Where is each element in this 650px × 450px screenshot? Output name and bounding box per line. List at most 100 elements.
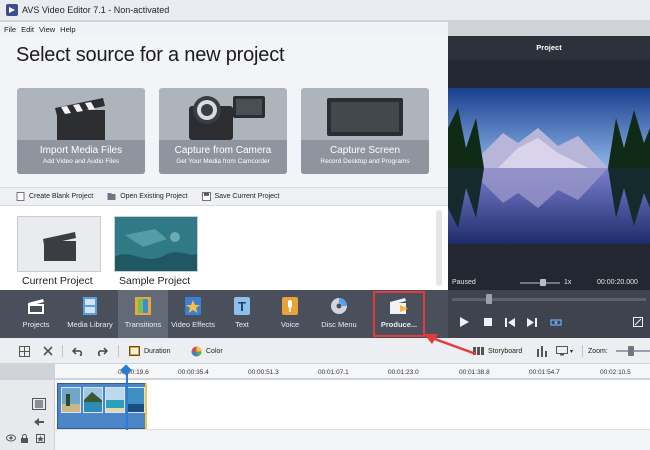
- clapper-icon: [25, 296, 47, 316]
- clapper-icon: [43, 232, 76, 261]
- capture-from-camera-button[interactable]: Capture from Camera Get Your Media from …: [159, 88, 287, 174]
- fullscreen-button[interactable]: [632, 316, 644, 328]
- toolbar-projects[interactable]: Projects: [14, 290, 58, 338]
- create-blank-project-button[interactable]: Create Blank Project: [16, 192, 93, 201]
- playhead[interactable]: [126, 366, 128, 430]
- eye-icon: [6, 434, 16, 442]
- zoom-control: Zoom:: [588, 347, 608, 355]
- ruler-label: 00:00:35.4: [178, 369, 209, 376]
- open-existing-project-button[interactable]: Open Existing Project: [107, 192, 188, 201]
- grid-icon: [18, 345, 30, 357]
- window-title: AVS Video Editor 7.1 - Non-activated: [22, 5, 170, 15]
- menu-help[interactable]: Help: [60, 25, 75, 34]
- ruler-label: 00:00:51.3: [248, 369, 279, 376]
- color-button[interactable]: Color: [190, 344, 223, 358]
- delete-button[interactable]: [42, 344, 54, 358]
- stop-button[interactable]: [482, 316, 494, 328]
- chevron-down-icon: ▾: [570, 348, 574, 355]
- ruler-label: 00:01:54.7: [529, 369, 560, 376]
- film-icon: [79, 296, 101, 316]
- film-strip-icon: [128, 345, 140, 357]
- clip-end-marker: [145, 383, 147, 429]
- folder-icon: [107, 193, 116, 200]
- preview-header: Project: [448, 36, 650, 60]
- underwater-image: [115, 217, 197, 271]
- menu-bar: File Edit View Help: [0, 22, 448, 36]
- loop-button[interactable]: [550, 316, 562, 328]
- playback-time: 00:00:20.000: [597, 279, 638, 286]
- menu-file[interactable]: File: [4, 25, 16, 34]
- star-icon: [36, 434, 45, 443]
- import-media-files-button[interactable]: Import Media Files Add Video and Audio F…: [17, 88, 145, 174]
- close-icon: [42, 345, 54, 357]
- tile-subtitle: Add Video and Audio Files: [42, 158, 120, 165]
- display-options-button[interactable]: ▾: [556, 344, 573, 358]
- source-panel: Select source for a new project Import M…: [0, 36, 448, 187]
- ruler-label: 00:01:23.0: [388, 369, 419, 376]
- menu-edit[interactable]: Edit: [21, 25, 34, 34]
- stop-icon: [484, 318, 492, 326]
- clip-thumbnail[interactable]: [83, 387, 103, 413]
- speed-slider-knob[interactable]: [540, 279, 546, 286]
- camcorder-icon: [159, 88, 287, 140]
- blank-document-icon: [16, 192, 25, 201]
- play-button[interactable]: [458, 316, 470, 328]
- track-headers: [0, 380, 55, 450]
- divider: [118, 345, 119, 357]
- save-current-project-button[interactable]: Save Current Project: [201, 192, 280, 201]
- page-title: Select source for a new project: [16, 44, 285, 66]
- preview-video[interactable]: [448, 88, 650, 244]
- toolbar-transitions[interactable]: Transitions: [118, 290, 168, 338]
- lock-icon: [21, 434, 28, 443]
- duration-button[interactable]: Duration: [128, 344, 170, 358]
- playback-speed: 1x: [564, 279, 572, 286]
- ruler-label: 00:01:38.8: [459, 369, 490, 376]
- skip-forward-icon: [527, 317, 537, 327]
- current-project-thumbnail[interactable]: [17, 216, 101, 272]
- toolbar-disc-menu[interactable]: Disc Menu: [316, 290, 362, 338]
- video-clip-group[interactable]: [57, 383, 147, 429]
- audio-settings-button[interactable]: [536, 344, 548, 358]
- timeline-toolbar: Duration Color Storyboard ▾ Zoom:: [0, 338, 650, 364]
- ruler-label: 00:02:10.5: [600, 369, 631, 376]
- title-bar: AVS Video Editor 7.1 - Non-activated: [0, 0, 650, 21]
- toolbar-text[interactable]: T Text: [222, 290, 262, 338]
- transition-icon: [132, 296, 154, 316]
- skip-back-icon: [505, 317, 515, 327]
- tile-title: Import Media Files: [39, 145, 123, 156]
- previous-frame-button[interactable]: [504, 316, 516, 328]
- toolbar-video-effects[interactable]: Video Effects: [170, 290, 216, 338]
- menu-view[interactable]: View: [39, 25, 55, 34]
- monitor-icon: [301, 88, 429, 140]
- zoom-slider-knob[interactable]: [628, 346, 634, 356]
- equalizer-icon: [536, 345, 548, 357]
- fullscreen-icon: [633, 317, 643, 327]
- star-film-icon: [182, 296, 204, 316]
- clip-thumbnail[interactable]: [61, 387, 81, 413]
- tile-title: Capture Screen: [329, 145, 401, 156]
- projects-scrollbar[interactable]: [436, 210, 442, 286]
- clip-thumbnail[interactable]: [105, 387, 125, 413]
- playback-status: Paused: [452, 279, 476, 286]
- capture-screen-button[interactable]: Capture Screen Record Desktop and Progra…: [301, 88, 429, 174]
- undo-button[interactable]: [72, 344, 84, 358]
- svg-text:T: T: [238, 299, 246, 314]
- next-frame-button[interactable]: [526, 316, 538, 328]
- toolbar-media-library[interactable]: Media Library: [66, 290, 114, 338]
- clip-thumbnail[interactable]: [127, 387, 145, 413]
- video-track-icon: [32, 398, 46, 410]
- text-icon: T: [231, 296, 253, 316]
- annotation-arrow-icon: [424, 334, 477, 356]
- toolbar-voice[interactable]: Voice: [270, 290, 310, 338]
- sample-project-thumbnail[interactable]: [114, 216, 198, 272]
- tile-title: Capture from Camera: [174, 145, 272, 156]
- monitor-icon: [556, 345, 568, 357]
- seek-bar[interactable]: [452, 298, 646, 301]
- microphone-icon: [279, 296, 301, 316]
- undo-icon: [72, 345, 84, 357]
- save-icon: [201, 192, 211, 201]
- seek-knob[interactable]: [486, 294, 492, 304]
- redo-button[interactable]: [96, 344, 108, 358]
- project-actions-bar: Create Blank Project Open Existing Proje…: [0, 187, 448, 206]
- timeline-grid-button[interactable]: [18, 344, 30, 358]
